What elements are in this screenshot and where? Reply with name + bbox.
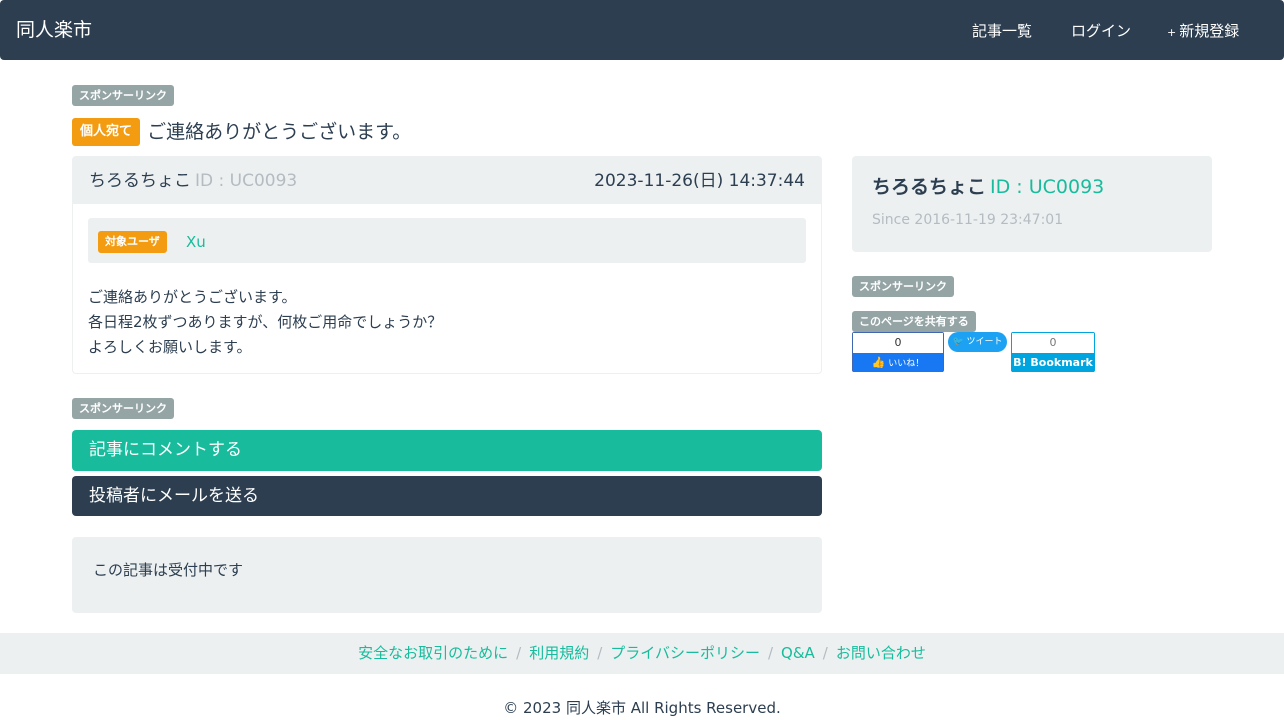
target-user-badge: 対象ユーザ — [98, 231, 167, 253]
author-card-name-text: ちろるちょこ — [872, 176, 987, 198]
post-status-well: この記事は受付中です — [72, 537, 822, 613]
share-label: このページを共有する — [852, 311, 976, 332]
twitter-bird-icon: 🐦 — [952, 337, 964, 347]
footer-separator: / — [822, 644, 828, 662]
target-user-box: 対象ユーザ Xu — [88, 218, 806, 263]
post-body: ご連絡ありがとうございます。 各日程2枚ずつありますが、何枚ご用命でしょうか？ … — [88, 285, 442, 360]
nav-item-login-label: ログイン — [1071, 22, 1132, 40]
thumbs-up-icon: 👍 — [871, 356, 886, 369]
post-date: 2023-11-26(日) 14:37:44 — [594, 170, 805, 193]
post-body-line: 各日程2枚ずつありますが、何枚ご用命でしょうか？ — [88, 313, 443, 331]
facebook-like-button[interactable]: 0 👍 いいね！ — [852, 332, 944, 372]
post-panel: ちろるちょこ ID : UC0093 2023-11-26(日) 14:37:44… — [72, 156, 822, 374]
post-author[interactable]: ちろるちょこ ID : UC0093 — [89, 170, 297, 193]
tweet-button-label: ツイート — [966, 337, 1003, 347]
plus-icon: + — [1167, 26, 1177, 39]
footer-link-qa[interactable]: Q&A — [781, 644, 815, 662]
hatena-bookmark-label: B! Bookmark — [1012, 353, 1094, 372]
nav-item-register[interactable]: + 新規登録 — [1167, 21, 1239, 43]
target-user-link[interactable]: Xu — [186, 231, 206, 253]
nav-item-articles[interactable]: 記事一覧 — [969, 21, 1032, 43]
facebook-like-text: いいね！ — [888, 359, 925, 369]
site-brand[interactable]: 同人楽市 — [16, 18, 92, 42]
post-title: ご連絡ありがとうございます。 — [147, 121, 412, 143]
footer-link-privacy[interactable]: プライバシーポリシー — [610, 644, 760, 662]
nav-item-register-label: 新規登録 — [1179, 22, 1240, 40]
top-navbar: 同人楽市 記事一覧 ログイン + 新規登録 — [0, 0, 1284, 60]
footer-separator: / — [516, 644, 522, 662]
sponsor-badge-sidebar: スポンサーリンク — [852, 276, 954, 297]
author-since-text: Since 2016-11-19 23:47:01 — [872, 212, 1064, 228]
copyright: © 2023 同人楽市 All Rights Reserved. — [503, 699, 781, 717]
comment-button[interactable]: 記事にコメントする — [72, 430, 822, 471]
footer-link-contact[interactable]: お問い合わせ — [836, 644, 926, 662]
post-author-id: ID : UC0093 — [195, 171, 298, 191]
facebook-like-count: 0 — [853, 333, 943, 353]
author-card-name[interactable]: ちろるちょこ ID : UC0093 — [872, 174, 1104, 202]
post-panel-header: ちろるちょこ ID : UC0093 2023-11-26(日) 14:37:44 — [73, 157, 821, 204]
footer-separator: / — [597, 644, 603, 662]
facebook-like-label: 👍 いいね！ — [853, 353, 943, 372]
send-mail-button[interactable]: 投稿者にメールを送る — [72, 476, 822, 516]
hatena-bookmark-count: 0 — [1012, 333, 1094, 353]
post-title-row: 個人宛て ご連絡ありがとうございます。 — [72, 118, 411, 146]
author-since: Since 2016-11-19 23:47:01 — [872, 210, 1063, 230]
post-status-text: この記事は受付中です — [93, 561, 244, 579]
hatena-bookmark-button[interactable]: 0 B! Bookmark — [1011, 332, 1095, 372]
author-card-id: ID : UC0093 — [990, 176, 1105, 198]
footer-links: 安全なお取引のために / 利用規約 / プライバシーポリシー / Q&A / お問い合わせ — [0, 633, 1284, 674]
author-card: ちろるちょこ ID : UC0093 Since 2016-11-19 23:47… — [852, 156, 1212, 252]
nav-item-login[interactable]: ログイン — [1068, 21, 1131, 43]
nav-item-articles-label: 記事一覧 — [972, 22, 1033, 40]
post-type-badge: 個人宛て — [72, 118, 141, 146]
sponsor-badge-middle: スポンサーリンク — [72, 398, 174, 419]
sponsor-badge-top: スポンサーリンク — [72, 85, 174, 106]
post-author-name: ちろるちょこ — [89, 171, 191, 191]
post-body-line: ご連絡ありがとうございます。 — [88, 288, 297, 306]
tweet-button[interactable]: 🐦 ツイート — [948, 332, 1007, 352]
post-date-value: 2023-11-26(日) 14:37:44 — [594, 171, 805, 191]
footer-separator: / — [767, 644, 774, 662]
post-body-line: よろしくお願いします。 — [88, 338, 252, 356]
footer-link-safety[interactable]: 安全なお取引のために — [358, 644, 508, 662]
footer-link-terms[interactable]: 利用規約 — [529, 644, 589, 662]
